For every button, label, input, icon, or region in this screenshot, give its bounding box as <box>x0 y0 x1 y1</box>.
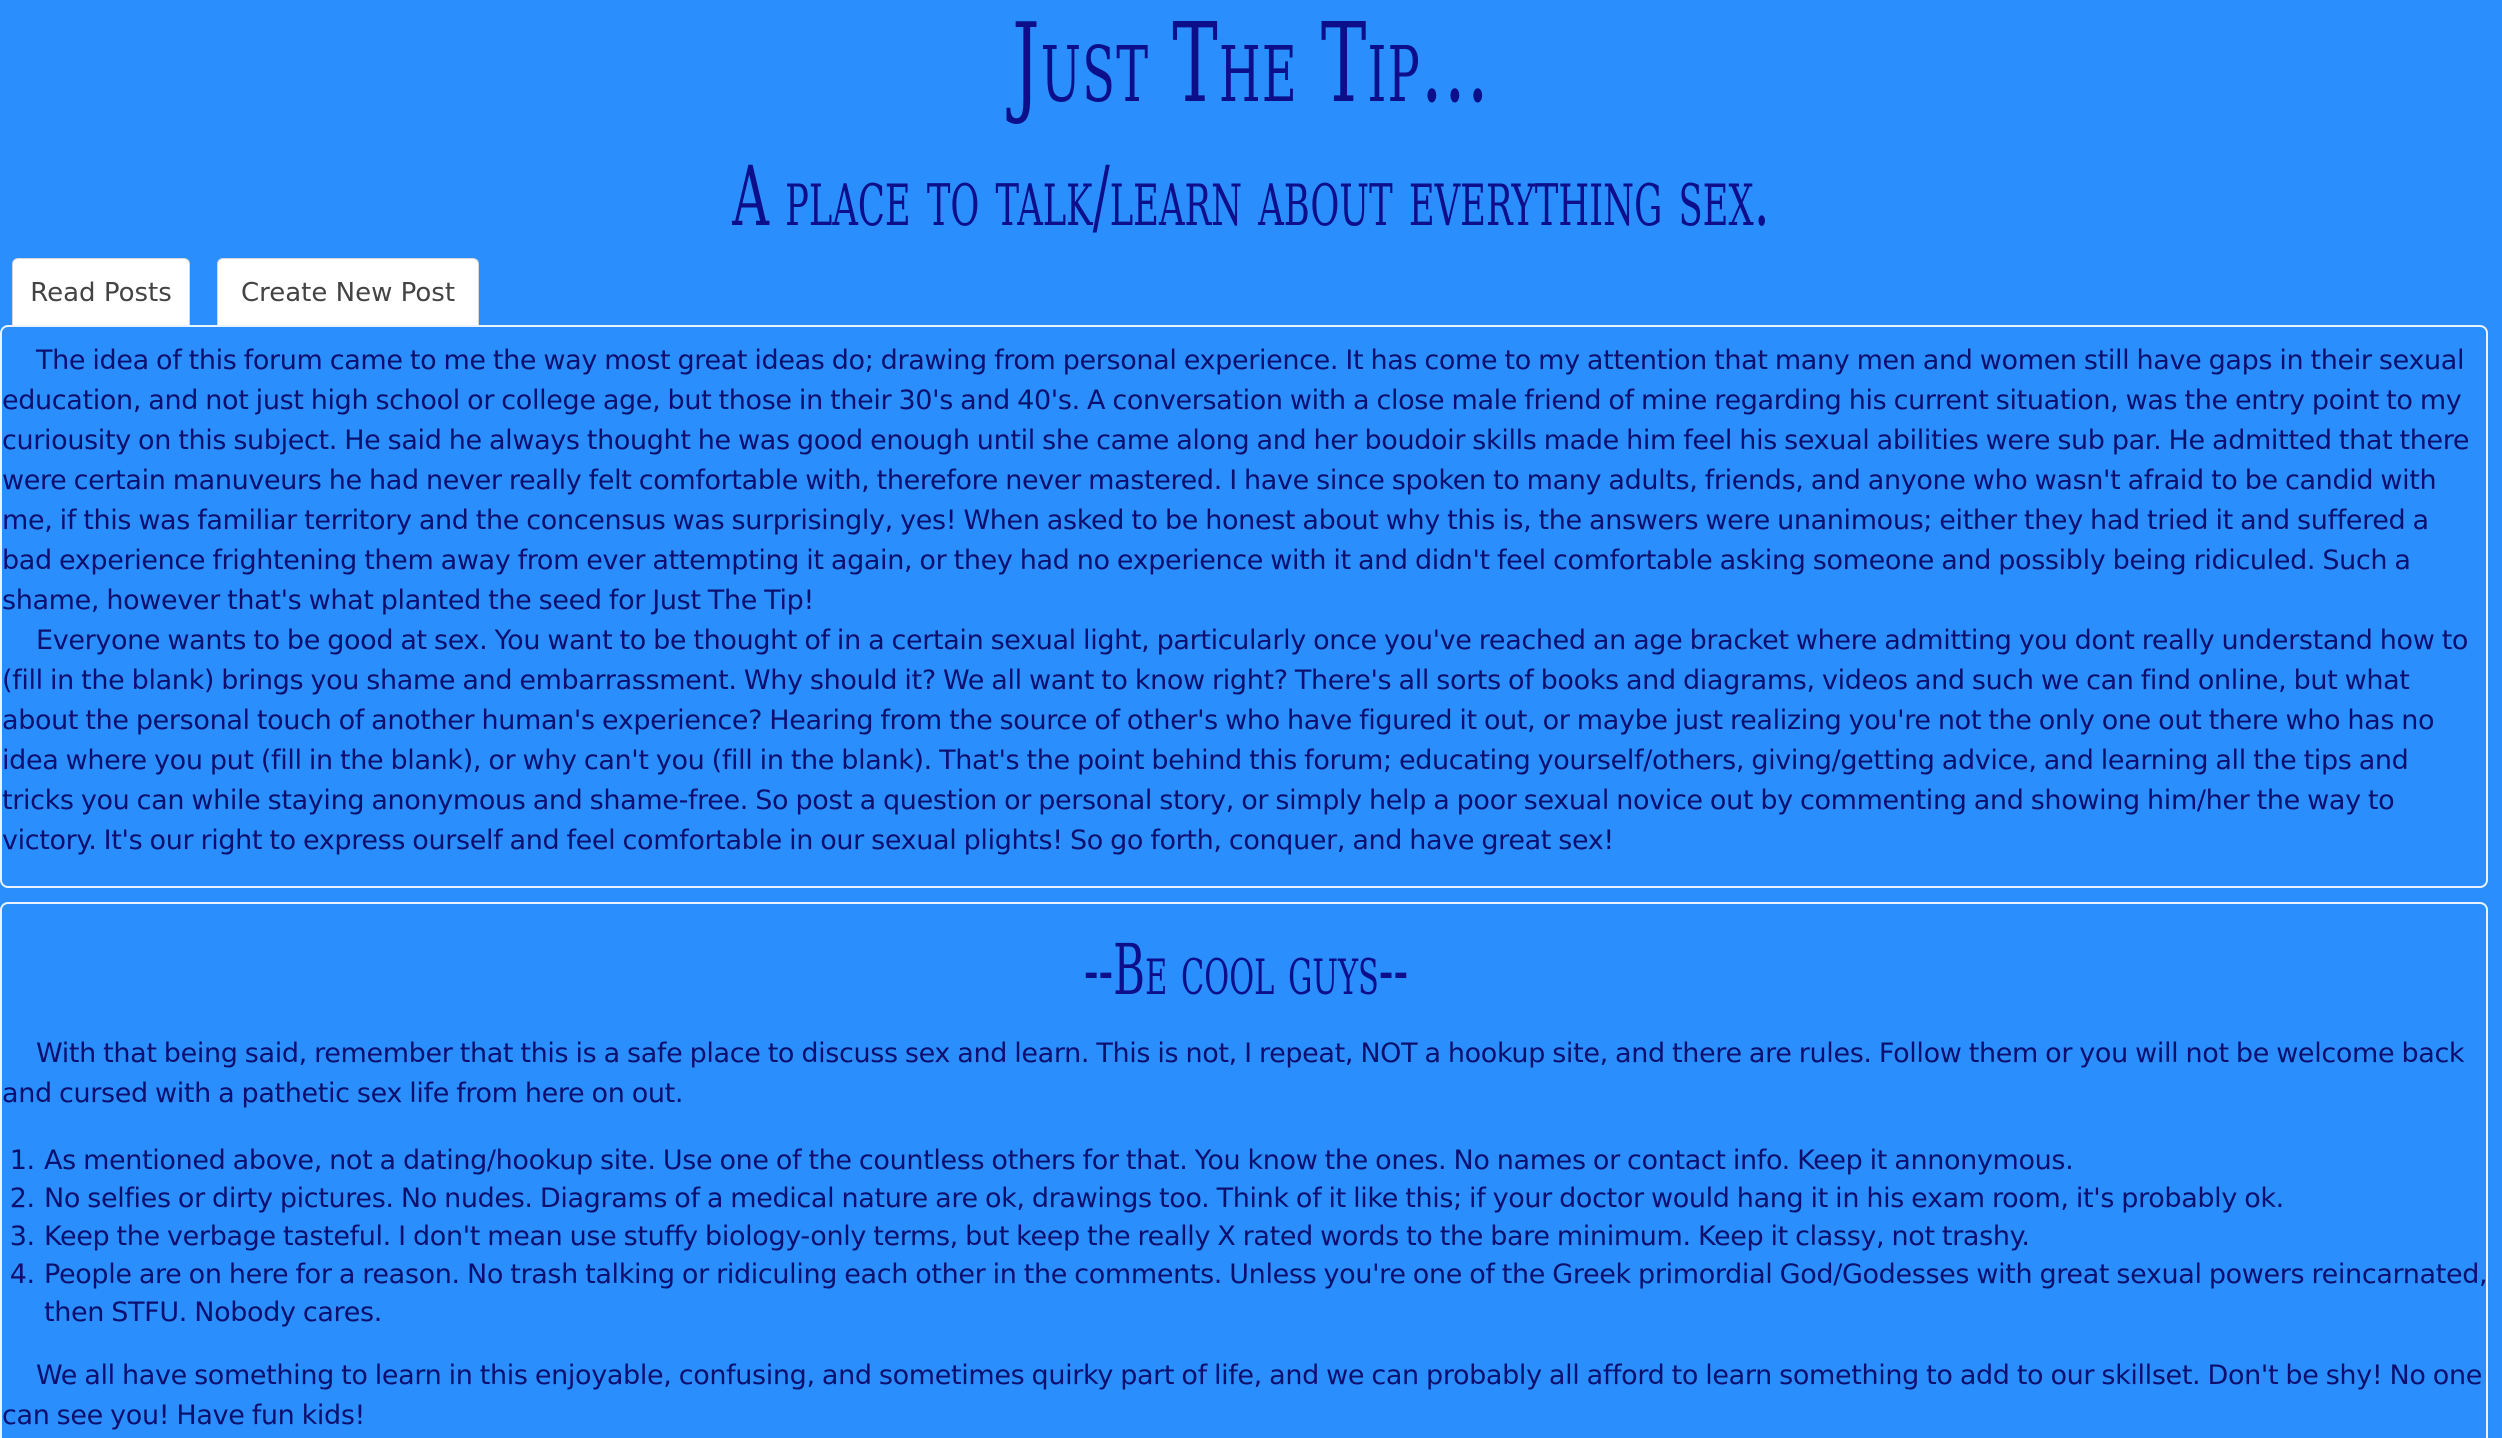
site-title: Just The Tip... <box>1012 0 1490 127</box>
rule-item: Keep the verbage tasteful. I don't mean … <box>42 1218 2502 1256</box>
tab-read-posts[interactable]: Read Posts <box>12 258 190 326</box>
rules-panel: --Be cool guys-- With that being said, r… <box>0 902 2488 1438</box>
intro-panel: The idea of this forum came to me the wa… <box>0 325 2488 888</box>
intro-paragraph-1: The idea of this forum came to me the wa… <box>2 345 2470 616</box>
rules-heading: --Be cool guys-- <box>1083 929 1409 1011</box>
rule-item: As mentioned above, not a dating/hookup … <box>42 1142 2502 1180</box>
intro-paragraph-2: Everyone wants to be good at sex. You wa… <box>2 625 2469 856</box>
rule-item: People are on here for a reason. No tras… <box>42 1256 2502 1332</box>
rules-intro-paragraph: With that being said, remember that this… <box>2 1038 2465 1109</box>
rules-closing-paragraph: We all have something to learn in this e… <box>2 1360 2482 1431</box>
rules-list: As mentioned above, not a dating/hookup … <box>2 1142 2502 1332</box>
rule-item: No selfies or dirty pictures. No nudes. … <box>42 1180 2502 1218</box>
site-subtitle: A place to talk/learn about everything s… <box>732 150 1770 245</box>
tab-create-new-post[interactable]: Create New Post <box>217 258 479 326</box>
